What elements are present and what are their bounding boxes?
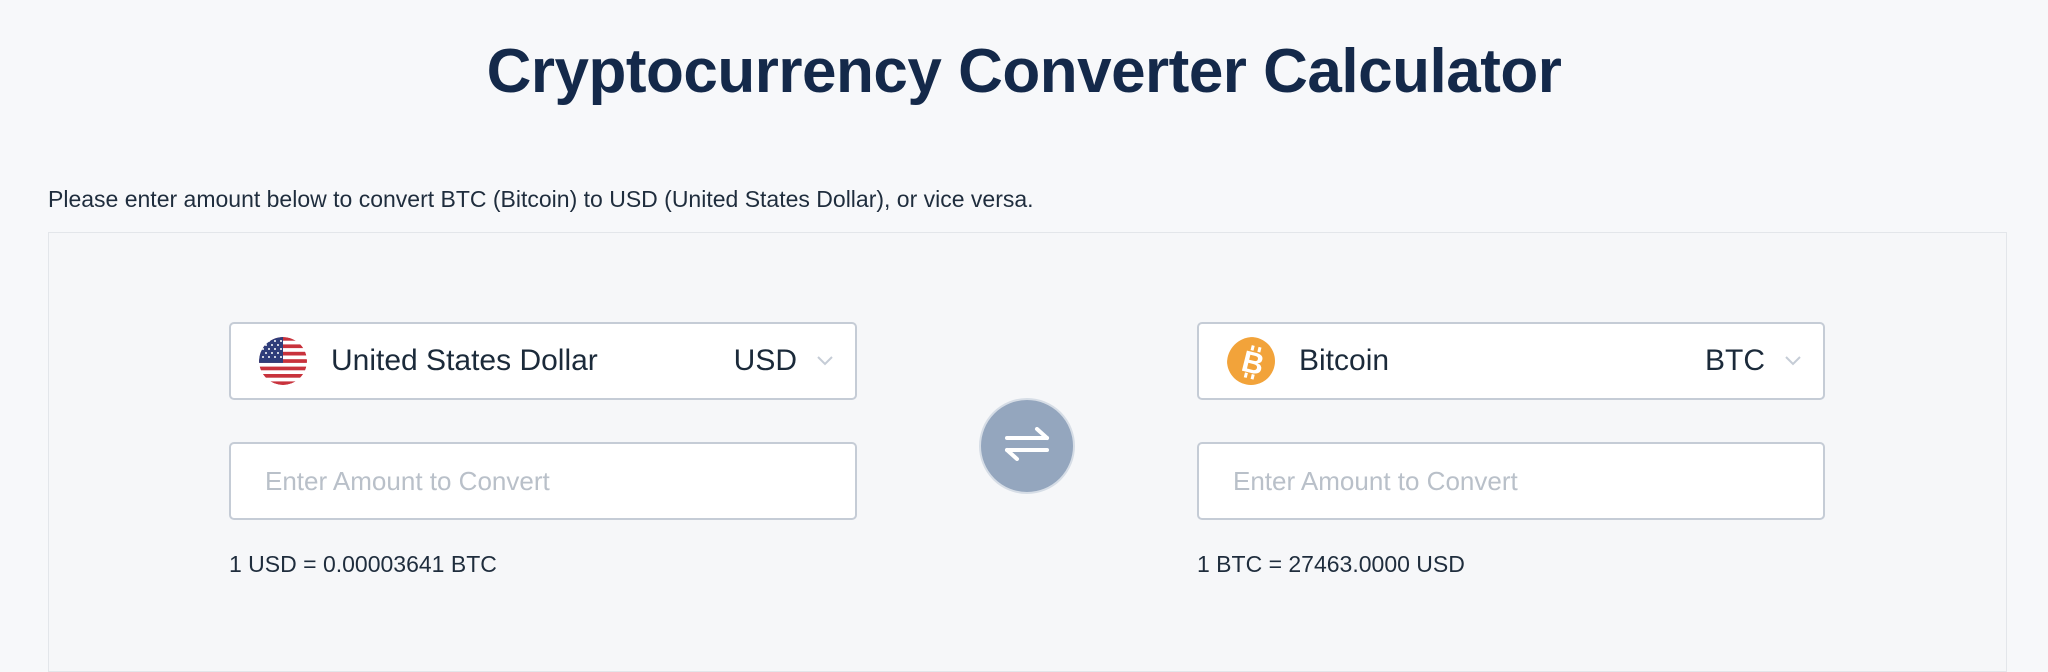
from-rate-text: 1 USD = 0.00003641 BTC xyxy=(229,551,497,577)
instructions-text: Please enter amount below to convert BTC… xyxy=(48,186,1034,212)
us-flag-icon xyxy=(259,337,307,385)
from-currency-name: United States Dollar xyxy=(331,344,598,377)
from-currency-code: USD xyxy=(733,344,797,377)
chevron-down-icon xyxy=(1783,351,1803,371)
swap-arrows-icon xyxy=(1003,426,1051,466)
from-amount-input[interactable] xyxy=(229,442,857,520)
chevron-down-icon xyxy=(815,351,835,371)
to-currency-select[interactable]: B Bitcoin BTC xyxy=(1197,322,1825,400)
to-amount-input[interactable] xyxy=(1197,442,1825,520)
to-currency-name: Bitcoin xyxy=(1299,344,1390,377)
swap-button[interactable] xyxy=(979,398,1075,494)
to-rate-text: 1 BTC = 27463.0000 USD xyxy=(1197,551,1465,577)
page-title: Cryptocurrency Converter Calculator xyxy=(486,37,1562,106)
to-currency-code: BTC xyxy=(1705,344,1765,377)
bitcoin-icon: B xyxy=(1227,337,1275,385)
from-currency-select[interactable]: United States Dollar USD xyxy=(229,322,857,400)
